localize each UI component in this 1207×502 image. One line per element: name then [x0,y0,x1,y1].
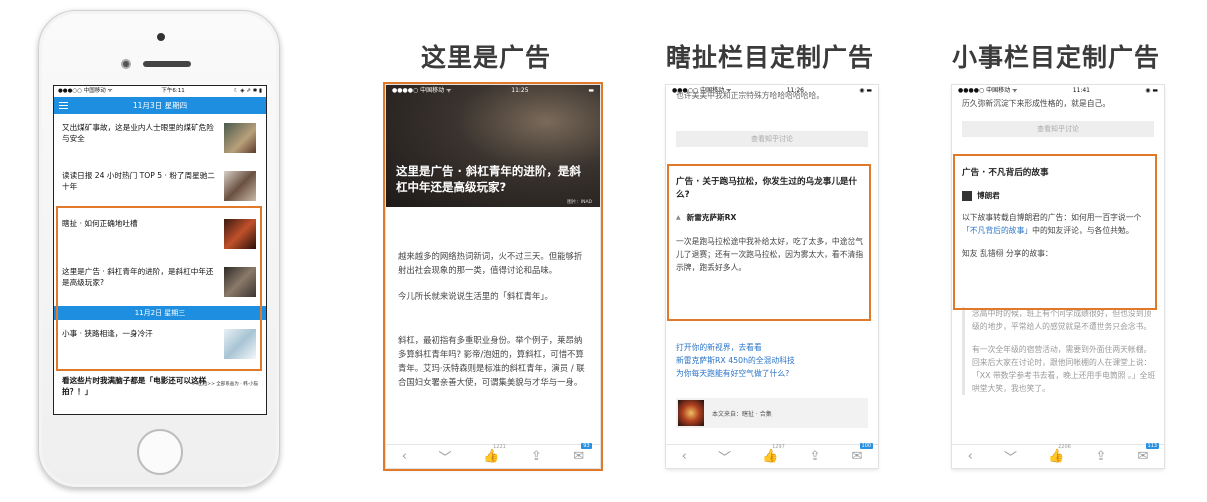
carrier-label: ●●●●○ 中国移动 ᯤ [958,87,1018,94]
thumbnail-image [224,171,256,201]
column-title: 瞎扯栏目定制广告 [666,43,875,72]
status-icons: ☾ ◈ ⇗ ✱ ▮ [233,88,262,94]
hamburger-menu-icon[interactable] [59,102,68,109]
story-paragraph: 念高中时的候，班上有个同学成绩很好，但也没到顶级的地步，平常给人的感觉就是不遭世… [972,309,1152,331]
view-zhihu-discussion-button[interactable]: 查看知乎讨论 [962,121,1154,137]
phone-header: 11月3日 星期四 [54,97,266,114]
comment-icon: ✉ [851,449,863,464]
list-item[interactable]: 看这些片时我满脑子都是「电影还可以这样拍？！」 <<出租>> 全部系画为 · 韩… [54,368,266,397]
list-item[interactable]: 又出煤矿事故，这是业内人士眼里的煤矿危险与安全 [54,114,266,162]
highlight-box [56,206,262,371]
time-label: 11:41 [1072,87,1090,94]
article-tail-text: 历久弥新沉淀下来形成性格的，就是自己。 [962,99,1111,108]
quoted-story: 念高中时的候，班上有个同学成绩很好，但也没到顶级的地步，平常给人的感觉就是不遭世… [962,307,1156,395]
status-bar: ●●●●○ 中国移动 ᯤ 11:41 ◉ ▬ [952,85,1164,97]
share-icon[interactable]: ⇪ [809,449,820,464]
battery-icon: ◉ ▬ [1145,87,1158,94]
source-label: 本文来自：瞎扯 · 合集 [712,410,772,418]
comment-button[interactable]: ✉ 100 [851,443,874,464]
time-label: 下午6:11 [161,88,185,94]
ad-link[interactable]: 打开你的新视界，去看看 [676,341,870,354]
view-zhihu-discussion-button[interactable]: 查看知乎讨论 [676,131,868,147]
ad-link[interactable]: 为你每天跑能有好空气做了什么? [676,367,870,380]
header-date: 11月3日 星期四 [132,101,188,110]
like-count: 1297 [772,444,785,450]
phone-sensor [157,33,165,41]
share-icon[interactable]: ⇪ [1095,449,1106,464]
back-icon[interactable]: ‹ [682,449,687,464]
source-card[interactable]: 本文来自：瞎扯 · 合集 [676,398,868,428]
mini-caption: <<出租>> 全部系画为 · 韩·小猫 [190,382,258,387]
comment-count-badge: 113 [1145,443,1160,449]
like-icon: 👍 [1048,449,1065,464]
column-title: 这里是广告 [421,43,552,72]
source-thumbnail [678,400,704,426]
bottom-toolbar: ‹ ﹀ 👍 2206 ⇪ ✉ 113 [952,443,1164,468]
list-item[interactable]: 读读日报 24 小时热门 TOP 5 · 粉了周星驰二十年 [54,162,266,210]
like-icon: 👍 [762,449,779,464]
phone-speaker [143,61,191,67]
ad-link[interactable]: 新雷克萨斯RX 450h的全混动科技 [676,354,870,367]
home-button[interactable] [137,429,183,475]
comment-count-badge: 100 [859,443,874,449]
next-icon[interactable]: ﹀ [1004,447,1017,466]
thumbnail-image [224,123,256,153]
comment-button[interactable]: ✉ 113 [1137,443,1160,464]
list-item-title: 看这些片时我满脑子都是「电影还可以这样拍？！」 [62,376,207,396]
back-icon[interactable]: ‹ [968,449,973,464]
like-button[interactable]: 👍 2206 [1048,444,1071,464]
phone-status-bar: ●●●○○ 中国移动 ᯤ 下午6:11 ☾ ◈ ⇗ ✱ ▮ [54,86,266,97]
comment-icon: ✉ [1137,449,1149,464]
column-title: 小事栏目定制广告 [952,43,1161,72]
ad-links: 打开你的新视界，去看看 新雷克萨斯RX 450h的全混动科技 为你每天跑能有好空… [676,341,870,380]
list-item-title: 读读日报 24 小时热门 TOP 5 · 粉了周星驰二十年 [62,171,215,191]
carrier-label: ●●●○○ 中国移动 ᯤ [58,88,113,94]
list-item-title: 又出煤矿事故，这是业内人士眼里的煤矿危险与安全 [62,123,214,143]
story-paragraph: 有一次全年级的宿营活动，需要到外面住两天帐棚。回来后大家在讨论时，跟他同帐棚的人… [972,345,1156,393]
highlight-box [383,82,603,471]
next-icon[interactable]: ﹀ [718,447,731,466]
highlight-box [667,164,871,321]
phone-camera [121,59,131,69]
highlight-box [953,154,1157,310]
like-button[interactable]: 👍 1297 [762,444,785,464]
article-tail-text: 也许美美中我和正宗特殊方哈哈哈哈哈哈。 [676,91,825,100]
bottom-toolbar: ‹ ﹀ 👍 1297 ⇪ ✉ 100 [666,443,878,468]
like-count: 2206 [1058,444,1071,450]
